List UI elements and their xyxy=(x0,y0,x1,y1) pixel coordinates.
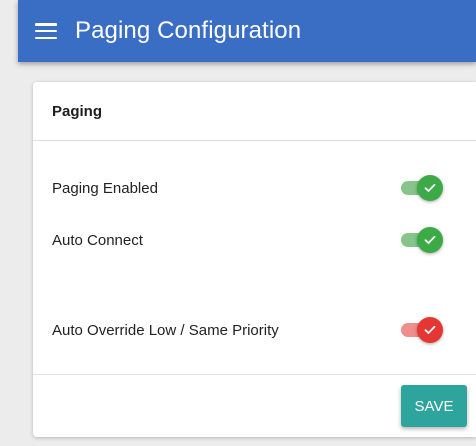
toggle-thumb[interactable] xyxy=(417,227,443,253)
auto-connect-label: Auto Connect xyxy=(52,231,143,249)
auto-override-toggle[interactable] xyxy=(401,317,445,343)
paging-card: Paging Paging Enabled Auto Connect Auto … xyxy=(33,82,476,437)
auto-connect-toggle[interactable] xyxy=(401,227,445,253)
check-icon xyxy=(424,325,436,334)
toggle-thumb[interactable] xyxy=(417,175,443,201)
app-bar: Paging Configuration xyxy=(18,0,476,62)
page-title: Paging Configuration xyxy=(75,17,302,44)
toggle-thumb[interactable] xyxy=(417,317,443,343)
hamburger-menu-icon[interactable] xyxy=(35,23,57,39)
auto-override-label: Auto Override Low / Same Priority xyxy=(52,321,279,339)
check-icon xyxy=(424,183,436,192)
card-footer: SAVE xyxy=(33,374,476,437)
paging-enabled-label: Paging Enabled xyxy=(52,179,158,197)
save-button[interactable]: SAVE xyxy=(401,385,467,427)
setting-row-auto-override: Auto Override Low / Same Priority xyxy=(33,315,476,345)
setting-row-paging-enabled: Paging Enabled xyxy=(33,173,476,203)
card-header: Paging xyxy=(33,82,476,141)
setting-row-auto-connect: Auto Connect xyxy=(33,225,476,255)
check-icon xyxy=(424,235,436,244)
paging-enabled-toggle[interactable] xyxy=(401,175,445,201)
